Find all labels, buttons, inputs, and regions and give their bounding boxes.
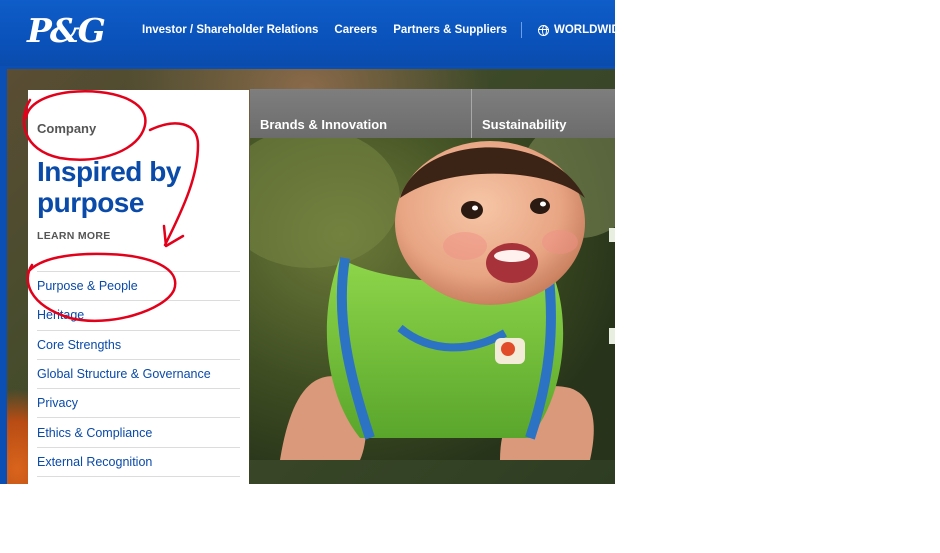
company-menu: Purpose & People Heritage Core Strengths… — [37, 271, 240, 478]
pg-logo[interactable]: P&G — [27, 12, 106, 50]
section-tabs: Brands & Innovation Sustainability — [250, 89, 615, 138]
section-label-company[interactable]: Company — [37, 121, 96, 136]
menu-item-core-strengths[interactable]: Core Strengths — [37, 331, 240, 360]
headline[interactable]: Inspired by purpose — [37, 156, 237, 218]
tab-sustainability[interactable]: Sustainability — [472, 89, 615, 138]
menu-item-external-recognition[interactable]: External Recognition — [37, 448, 240, 478]
browser-viewport: P&G Investor / Shareholder Relations Car… — [0, 0, 615, 484]
nav-investor-relations[interactable]: Investor / Shareholder Relations — [142, 24, 318, 36]
globe-icon — [538, 24, 549, 36]
menu-item-purpose-people[interactable]: Purpose & People — [37, 272, 240, 302]
site-header: P&G Investor / Shareholder Relations Car… — [0, 0, 615, 66]
menu-item-global-structure[interactable]: Global Structure & Governance — [37, 360, 240, 390]
company-nav-panel: Company Inspired by purpose LEARN MORE P… — [28, 90, 249, 484]
worldwide-label: WORLDWIDE — [554, 24, 615, 36]
baby-photo — [250, 138, 615, 460]
menu-item-privacy[interactable]: Privacy — [37, 389, 240, 419]
worldwide-selector[interactable]: WORLDWIDE — [538, 24, 615, 36]
top-navigation: Investor / Shareholder Relations Careers… — [142, 22, 615, 38]
learn-more-link[interactable]: LEARN MORE — [37, 230, 111, 242]
feature-area: Brands & Innovation Sustainability — [250, 89, 615, 460]
nav-careers[interactable]: Careers — [334, 24, 377, 36]
nav-partners-suppliers[interactable]: Partners & Suppliers — [393, 24, 507, 36]
menu-item-ethics-compliance[interactable]: Ethics & Compliance — [37, 418, 240, 448]
hero-section: Company Inspired by purpose LEARN MORE P… — [7, 69, 615, 484]
menu-item-heritage[interactable]: Heritage — [37, 301, 240, 331]
tab-brands-innovation[interactable]: Brands & Innovation — [250, 89, 472, 138]
nav-divider — [521, 22, 522, 38]
